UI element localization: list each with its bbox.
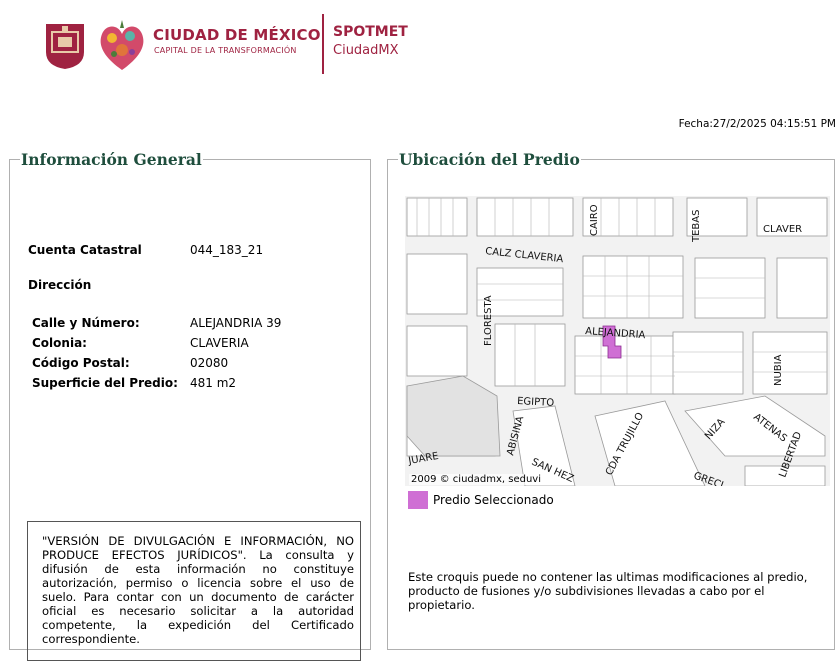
codigo-postal-label: Código Postal:	[32, 356, 130, 370]
svg-text:TEBAS: TEBAS	[691, 210, 702, 243]
general-info-legend: Información General	[21, 150, 202, 169]
superficie-label: Superficie del Predio:	[32, 376, 178, 390]
colonia-label: Colonia:	[32, 336, 87, 350]
legal-disclaimer: "VERSIÓN DE DIVULGACIÓN E INFORMACIÓN, N…	[27, 521, 361, 661]
brand-subtitle: CAPITAL DE LA TRANSFORMACIÓN	[154, 46, 297, 55]
map-legend-label: Predio Seleccionado	[433, 493, 554, 507]
superficie-value: 481 m2	[190, 376, 237, 390]
svg-text:NUBIA: NUBIA	[773, 354, 784, 386]
selected-parcel-swatch	[408, 491, 428, 509]
app-subname: CiudadMX	[333, 43, 399, 58]
timestamp: Fecha:27/2/2025 04:15:51 PM	[678, 118, 836, 130]
svg-text:EGIPTO: EGIPTO	[517, 396, 555, 409]
direccion-label: Dirección	[28, 278, 92, 292]
location-legend: Ubicación del Predio	[399, 150, 580, 169]
brand-title: CIUDAD DE MÉXICO	[153, 26, 321, 44]
map-copyright: 2009 © ciudadmx, seduvi	[409, 474, 544, 485]
header-logos: CIUDAD DE MÉXICO CAPITAL DE LA TRANSFORM…	[44, 12, 444, 76]
cdmx-shield-icon	[46, 24, 84, 69]
parcel-map[interactable]: CAIRO TEBAS CLAVER CALZ CLAVERIA FLOREST…	[405, 196, 830, 486]
calle-value: ALEJANDRIA 39	[190, 316, 282, 330]
location-panel: Ubicación del Predio CAIRO TEBAS CLAVER …	[387, 150, 835, 650]
codigo-postal-value: 02080	[190, 356, 229, 370]
app-name: SPOTMET	[333, 24, 408, 40]
calle-label: Calle y Número:	[32, 316, 140, 330]
general-info-panel: Información General Cuenta Catastral 044…	[9, 150, 371, 661]
map-note: Este croquis puede no contener las ultim…	[408, 570, 808, 612]
header-divider	[322, 14, 324, 74]
svg-text:CLAVER: CLAVER	[763, 224, 802, 235]
svg-text:CAIRO: CAIRO	[589, 204, 600, 236]
cdmx-heart-logo-icon	[100, 20, 144, 70]
map-graphic: CAIRO TEBAS CLAVER CALZ CLAVERIA FLOREST…	[405, 196, 830, 486]
cuenta-catastral-value: 044_183_21	[190, 243, 264, 257]
svg-text:FLORESTA: FLORESTA	[483, 295, 494, 346]
colonia-value: CLAVERIA	[190, 336, 249, 350]
cuenta-catastral-label: Cuenta Catastral	[28, 243, 142, 257]
